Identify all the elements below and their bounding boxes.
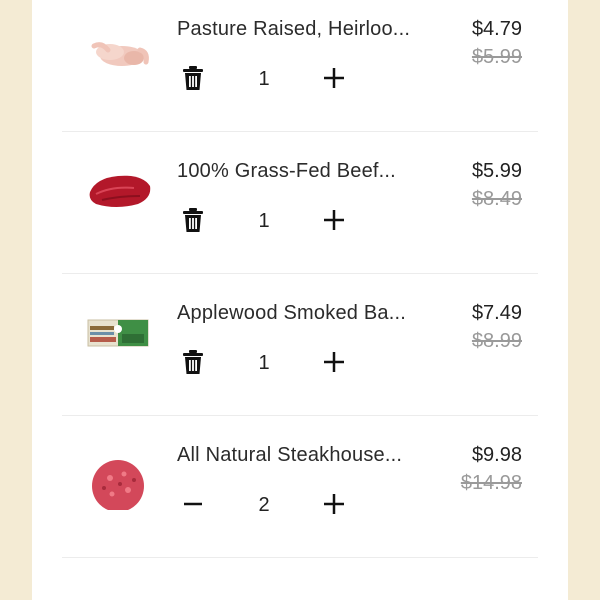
increase-quantity-button[interactable]: [319, 205, 349, 235]
cart-item: 100% Grass-Fed Beef... $5.99 $8.49 1: [32, 132, 568, 274]
decrease-quantity-button[interactable]: [178, 489, 208, 519]
remove-item-button[interactable]: [178, 63, 208, 93]
original-price: $8.49: [471, 188, 522, 210]
increase-quantity-button[interactable]: [319, 63, 349, 93]
quantity-value: 2: [258, 494, 270, 516]
quantity-value: 1: [258, 210, 270, 232]
product-name[interactable]: Applewood Smoked Ba...: [177, 302, 406, 325]
plus-icon: [319, 63, 349, 93]
trash-icon: [178, 63, 208, 93]
plus-icon: [319, 347, 349, 377]
original-price: $8.99: [471, 330, 522, 352]
product-name[interactable]: All Natural Steakhouse...: [177, 444, 402, 467]
original-price: $14.98: [460, 472, 522, 494]
original-price: $5.99: [471, 46, 522, 68]
remove-item-button[interactable]: [178, 347, 208, 377]
remove-item-button[interactable]: [178, 205, 208, 235]
bacon-package-image: [82, 296, 154, 368]
quantity-value: 1: [258, 68, 270, 90]
increase-quantity-button[interactable]: [319, 489, 349, 519]
plus-icon: [319, 205, 349, 235]
beef-steak-image: [82, 154, 154, 226]
product-price: $9.98: [471, 444, 522, 466]
product-name[interactable]: 100% Grass-Fed Beef...: [177, 160, 396, 183]
product-price: $7.49: [471, 302, 522, 324]
cart-item: All Natural Steakhouse... $9.98 $14.98 2: [32, 416, 568, 558]
trash-icon: [178, 205, 208, 235]
burger-patty-image: [82, 438, 154, 510]
trash-icon: [178, 347, 208, 377]
quantity-value: 1: [258, 352, 270, 374]
product-name[interactable]: Pasture Raised, Heirloo...: [177, 18, 410, 41]
cart-item: Pasture Raised, Heirloo... $4.79 $5.99 1: [32, 0, 568, 132]
product-price: $5.99: [471, 160, 522, 182]
product-price: $4.79: [471, 18, 522, 40]
increase-quantity-button[interactable]: [319, 347, 349, 377]
plus-icon: [319, 489, 349, 519]
minus-icon: [178, 489, 208, 519]
cart-panel: Pasture Raised, Heirloo... $4.79 $5.99 1: [32, 0, 568, 600]
cart-item: Applewood Smoked Ba... $7.49 $8.99 1: [32, 274, 568, 416]
item-divider: [62, 557, 538, 558]
whole-chicken-image: [82, 12, 154, 84]
